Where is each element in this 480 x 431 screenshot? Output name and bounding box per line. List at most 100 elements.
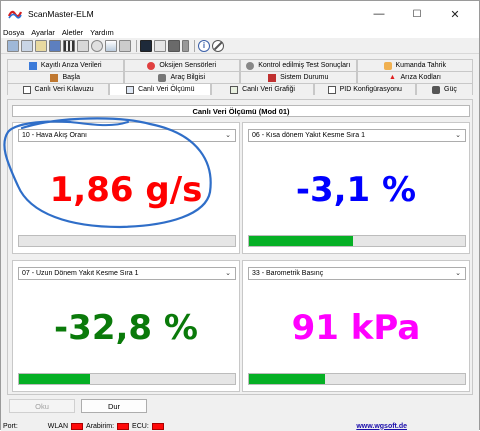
tab-label: Canlı Veri Kılavuzu <box>34 86 94 93</box>
tab-actuator[interactable]: Kumanda Tahrik <box>356 59 473 71</box>
chevron-down-icon: ⌄ <box>455 132 461 139</box>
keyboard-icon[interactable] <box>154 39 166 52</box>
menu-bar: Dosya Ayarlar Aletler Yardım <box>1 27 479 38</box>
tab-label: Güç <box>444 86 457 93</box>
vehicle-label: Arabirim: <box>86 422 115 430</box>
tab-test-results[interactable]: Kontrol edilmiş Test Sonuçları <box>240 59 357 71</box>
tab-row-2: Başla Araç Bilgisi Sistem Durumu ▲ Arıza … <box>7 71 473 83</box>
read-button[interactable]: Oku <box>9 399 75 413</box>
pid-select-value: 33 - Barometrik Basınç <box>252 270 324 277</box>
progress-bar <box>18 373 236 385</box>
live-data-panel: Canlı Veri Ölçümü (Mod 01) 10 - Hava Akı… <box>7 99 473 395</box>
progress-fill <box>249 374 325 384</box>
calculator-icon[interactable] <box>168 39 180 52</box>
pid-select[interactable]: 33 - Barometrik Basınç ⌄ <box>248 267 466 280</box>
grid-icon[interactable] <box>63 39 75 52</box>
hand-icon <box>383 61 392 70</box>
toolbar-separator <box>136 39 137 52</box>
pid-select[interactable]: 07 - Uzun Dönem Yakıt Kesme Sıra 1 ⌄ <box>18 267 236 280</box>
help-icon[interactable]: i <box>198 39 210 52</box>
tab-label: Kontrol edilmiş Test Sonuçları <box>258 62 351 69</box>
pid-select[interactable]: 10 - Hava Akış Oranı ⌄ <box>18 129 236 142</box>
tab-row-3: Canlı Veri Kılavuzu Canlı Veri Ölçümü Ca… <box>7 83 473 95</box>
tab-label: Oksijen Sensörleri <box>159 62 217 69</box>
list-icon <box>22 85 31 94</box>
toolbar: i <box>1 38 479 54</box>
monitor-icon[interactable] <box>140 39 152 52</box>
battery-icon[interactable] <box>182 39 189 52</box>
pid-select-value: 07 - Uzun Dönem Yakıt Kesme Sıra 1 <box>22 270 139 277</box>
gauge-3: 07 - Uzun Dönem Yakıt Kesme Sıra 1 ⌄ -32,… <box>12 260 240 392</box>
menu-file[interactable]: Dosya <box>3 28 24 37</box>
tab-live-data-meter[interactable]: Canlı Veri Ölçümü <box>109 83 212 95</box>
tab-start[interactable]: Başla <box>7 71 124 83</box>
tab-trouble-codes[interactable]: ▲ Arıza Kodları <box>356 71 473 83</box>
menu-help[interactable]: Yardım <box>90 28 114 37</box>
tab-freeze-frame[interactable]: Kayıtlı Arıza Verileri <box>7 59 124 71</box>
progress-fill <box>249 236 353 246</box>
ecu-label: ECU: <box>132 422 149 430</box>
table-icon <box>327 85 336 94</box>
gauge-value: 91 kPa <box>291 308 421 348</box>
stop-button[interactable]: Dur <box>81 399 147 413</box>
gauge-value: 1,86 g/s <box>49 170 203 210</box>
menu-settings[interactable]: Ayarlar <box>31 28 55 37</box>
gauge-2: 06 - Kısa dönem Yakıt Kesme Sıra 1 ⌄ -3,1… <box>242 122 470 254</box>
tab-row-1: Kayıtlı Arıza Verileri Oksijen Sensörler… <box>7 59 473 71</box>
chart-icon[interactable] <box>105 39 117 52</box>
gauge-4: 33 - Barometrik Basınç ⌄ 91 kPa <box>242 260 470 392</box>
gauge-icon[interactable] <box>91 39 103 52</box>
save-icon[interactable] <box>49 39 61 52</box>
toolbar-separator <box>194 39 195 52</box>
power-icon <box>432 85 441 94</box>
meter-icon <box>126 85 135 94</box>
tab-oxygen-sensors[interactable]: Oksijen Sensörleri <box>123 59 240 71</box>
tab-live-data-graph[interactable]: Canlı Veri Grafiği <box>211 83 314 95</box>
app-icon <box>8 7 22 21</box>
website-link[interactable]: www.wgsoft.de <box>356 423 407 430</box>
config-icon[interactable] <box>119 39 131 52</box>
minimize-button[interactable]: — <box>361 1 397 27</box>
title-bar[interactable]: ScanMaster-ELM — ☐ ✕ <box>1 1 479 27</box>
disconnect-icon[interactable] <box>21 39 33 52</box>
chevron-down-icon: ⌄ <box>455 270 461 277</box>
maximize-icon: ☐ <box>412 8 422 20</box>
wrench-icon[interactable] <box>77 39 89 52</box>
gauge-value: -3,1 % <box>295 170 417 210</box>
close-button[interactable]: ✕ <box>437 1 473 27</box>
tab-live-data-guide[interactable]: Canlı Veri Kılavuzu <box>7 83 110 95</box>
tab-label: Sistem Durumu <box>280 74 329 81</box>
connect-icon[interactable] <box>7 39 19 52</box>
minimize-icon: — <box>373 8 385 20</box>
car-icon <box>158 73 167 82</box>
stop-icon[interactable] <box>212 39 224 52</box>
tab-label: Başla <box>62 74 80 81</box>
wlan-led-icon <box>71 422 84 430</box>
wlan-label: WLAN <box>47 422 69 430</box>
pid-select-value: 10 - Hava Akış Oranı <box>22 132 87 139</box>
pid-select[interactable]: 06 - Kısa dönem Yakıt Kesme Sıra 1 ⌄ <box>248 129 466 142</box>
maximize-button[interactable]: ☐ <box>399 1 435 27</box>
home-icon <box>50 73 59 82</box>
graph-icon <box>230 85 239 94</box>
tab-label: Arıza Kodları <box>400 74 441 81</box>
menu-tools[interactable]: Aletler <box>62 28 83 37</box>
sensor-icon <box>147 61 156 70</box>
port-label: Port: <box>3 422 18 430</box>
tab-vehicle-info[interactable]: Araç Bilgisi <box>123 71 240 83</box>
status-icon <box>268 73 277 82</box>
progress-fill <box>19 374 91 384</box>
tab-pid-config[interactable]: PID Konfigürasyonu <box>313 83 416 95</box>
tab-label: Araç Bilgisi <box>170 74 206 81</box>
chevron-down-icon: ⌄ <box>225 132 231 139</box>
gauge-value: -32,8 % <box>54 308 198 348</box>
panel-title: Canlı Veri Ölçümü (Mod 01) <box>12 105 470 117</box>
tab-label: Canlı Veri Ölçümü <box>138 86 195 93</box>
tab-label: Canlı Veri Grafiği <box>242 86 295 93</box>
tab-label: Kumanda Tahrik <box>395 62 446 69</box>
flag-icon <box>28 61 37 70</box>
tab-power[interactable]: Güç <box>415 83 473 95</box>
open-icon[interactable] <box>35 39 47 52</box>
gauge-1: 10 - Hava Akış Oranı ⌄ 1,86 g/s <box>12 122 240 254</box>
tab-system-status[interactable]: Sistem Durumu <box>240 71 357 83</box>
